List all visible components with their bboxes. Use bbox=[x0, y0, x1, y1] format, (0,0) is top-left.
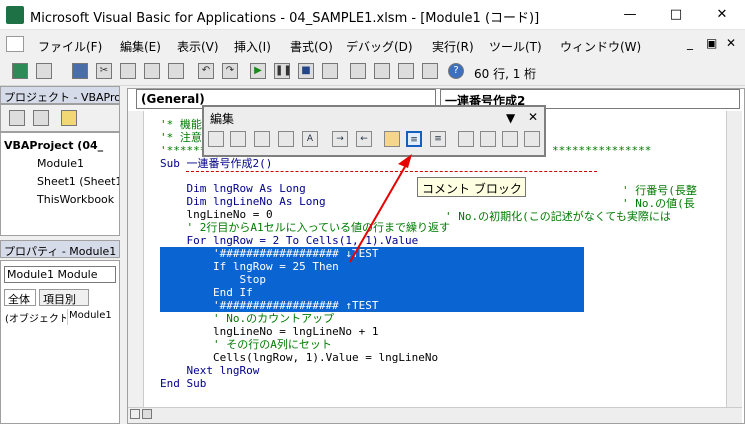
annotation-arrow bbox=[349, 154, 412, 263]
